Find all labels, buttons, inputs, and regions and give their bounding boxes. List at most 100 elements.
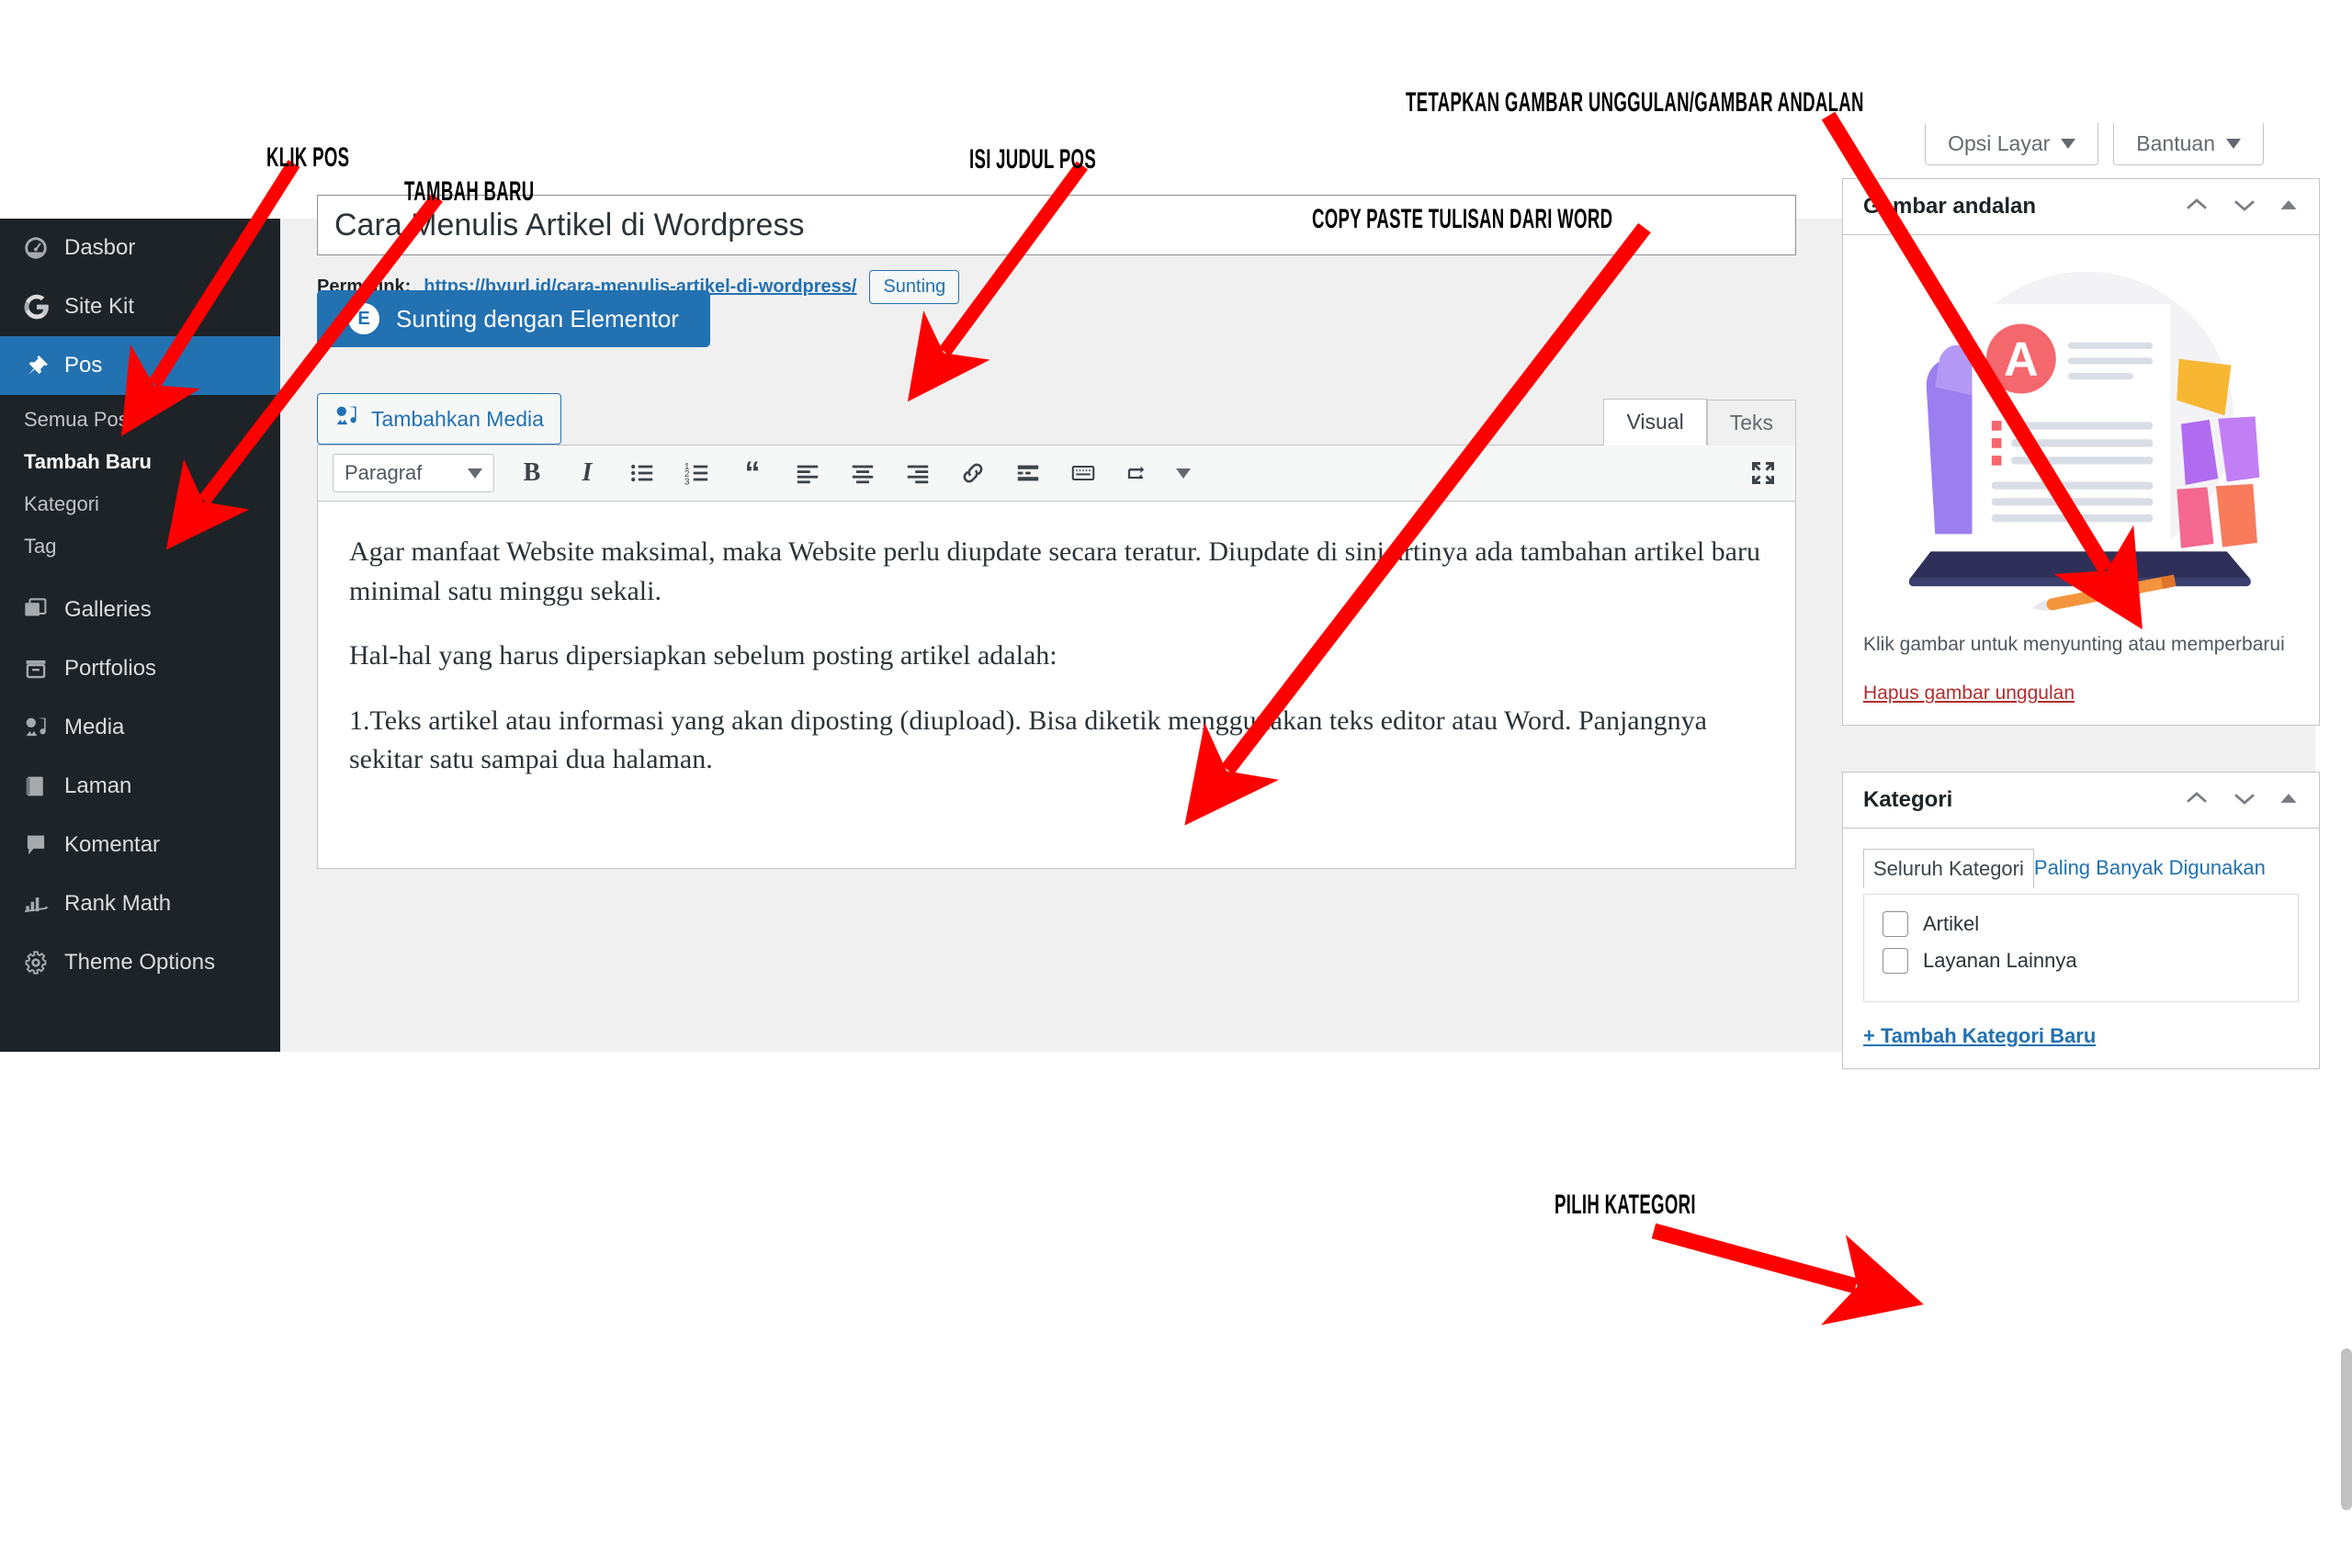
featured-image-header: Gambar andalan (1843, 179, 2319, 235)
annotation-label-pilih-kategori: PILIH KATEGORI (1555, 1190, 1696, 1220)
numbered-list-icon[interactable]: 123 (680, 456, 715, 491)
italic-icon[interactable]: I (570, 456, 605, 491)
featured-image-thumbnail[interactable]: A (1863, 255, 2299, 615)
move-up-icon[interactable] (2183, 196, 2211, 219)
images-icon (24, 598, 64, 622)
align-left-icon[interactable] (790, 456, 825, 491)
permalink-edit-button[interactable]: Sunting (869, 270, 960, 304)
opsi-layar-button[interactable]: Opsi Layar (1925, 123, 2099, 165)
tab-visual[interactable]: Visual (1603, 399, 1707, 446)
gear-icon (24, 951, 64, 975)
category-checklist: Artikel Layanan Lainnya (1863, 894, 2299, 1003)
sidebar-item-laman[interactable]: Laman (0, 757, 280, 816)
sidebar-item-komentar[interactable]: Komentar (0, 816, 280, 874)
sidebar-item-label: Pos (64, 353, 103, 378)
sidebar-item-label: Portfolios (64, 656, 157, 681)
pos-submenu: Semua Pos Tambah Baru Kategori Tag (0, 395, 280, 581)
google-g-icon (24, 294, 64, 320)
sidebar-item-label: Komentar (64, 832, 161, 857)
paragraph-format-select[interactable]: Paragraf (333, 454, 494, 492)
remove-featured-image-link[interactable]: Hapus gambar unggulan (1863, 682, 2075, 705)
bulleted-list-icon[interactable] (625, 456, 660, 491)
content-paragraph: 1.Teks artikel atau informasi yang akan … (349, 705, 1707, 775)
sidebar-item-rank-math[interactable]: Rank Math (0, 874, 280, 933)
postbox-header-actions (2183, 789, 2299, 812)
submenu-item-kategori[interactable]: Kategori (0, 483, 280, 525)
category-tabs: Seluruh Kategori Paling Banyak Digunakan (1863, 849, 2299, 889)
sidebar-item-galleries[interactable]: Galleries (0, 581, 280, 639)
move-up-icon[interactable] (2183, 789, 2211, 812)
sidebar-item-dasbor[interactable]: Dasbor (0, 219, 280, 277)
sidebar-item-label: Media (64, 715, 125, 739)
checkbox-artikel[interactable] (1883, 911, 1908, 938)
move-down-icon[interactable] (2231, 789, 2258, 812)
editor-top-row: Tambahkan Media Visual Teks (317, 393, 1796, 446)
page-icon (24, 774, 64, 798)
opsi-layar-label: Opsi Layar (1948, 131, 2051, 155)
list-item[interactable]: Layanan Lainnya (1883, 948, 2279, 975)
distraction-free-icon[interactable] (1746, 456, 1781, 491)
bold-icon[interactable]: B (514, 456, 549, 491)
media-icon (24, 716, 64, 739)
toggle-panel-icon[interactable] (2278, 791, 2299, 810)
bantuan-label: Bantuan (2136, 131, 2215, 155)
chevron-down-icon (2061, 139, 2076, 149)
page-scrollbar[interactable] (2341, 1348, 2352, 1510)
toolbar-more-chevron-icon[interactable] (1176, 468, 1191, 479)
sidebar-item-label: Theme Options (64, 950, 216, 975)
pin-icon (24, 354, 64, 378)
postbox-header-actions (2183, 196, 2299, 219)
submenu-item-tag[interactable]: Tag (0, 525, 280, 568)
read-more-icon[interactable] (1011, 456, 1046, 491)
sidebar-item-pos[interactable]: Pos (0, 336, 280, 395)
featured-image-title: Gambar andalan (1863, 194, 2037, 219)
toggle-panel-icon[interactable] (2278, 197, 2299, 217)
checkbox-layanan-lainnya[interactable] (1883, 948, 1908, 975)
category-postbox: Kategori Seluruh Kategori Paling Banyak … (1842, 772, 2320, 1070)
content-paragraph: Agar manfaat Website maksimal, maka Webs… (349, 536, 1760, 606)
move-down-icon[interactable] (2231, 196, 2258, 219)
annotation-label-tetapkan-gambar: TETAPKAN GAMBAR UNGGULAN/GAMBAR ANDALAN (1406, 87, 1864, 118)
sidebar-item-media[interactable]: Media (0, 698, 280, 757)
sidebar-item-label: Galleries (64, 597, 152, 622)
blockquote-icon[interactable]: “ (735, 456, 770, 491)
annotation-label-isi-judul-pos: ISI JUDUL POS (969, 144, 1097, 175)
toolbar-toggle-icon[interactable] (1121, 456, 1156, 491)
wp-content-region: Opsi Layar Bantuan Tambahkan Pos Baru Pe… (280, 123, 2320, 1070)
editor-toolbar: Paragraf B I 123 “ (317, 445, 1796, 502)
edit-with-elementor-button[interactable]: E Sunting dengan Elementor (317, 290, 710, 347)
postbox-column: Gambar andalan A Klik gambar untuk menyu… (1842, 178, 2320, 1115)
submenu-item-semua-pos[interactable]: Semua Pos (0, 399, 280, 441)
category-title: Kategori (1863, 787, 1953, 813)
category-label: Layanan Lainnya (1923, 949, 2077, 973)
add-new-category-link[interactable]: + Tambah Kategori Baru (1863, 1024, 2096, 1048)
annotation-label-klik-pos: KLIK POS (266, 142, 350, 173)
svg-text:3: 3 (684, 478, 690, 486)
sidebar-item-label: Rank Math (64, 891, 172, 916)
media-icon (334, 404, 358, 434)
link-icon[interactable] (956, 456, 990, 491)
align-right-icon[interactable] (900, 456, 935, 491)
arrow-pilih-kategori (1651, 1223, 1924, 1325)
tab-teks[interactable]: Teks (1706, 400, 1796, 446)
admin-sidebar: Dasbor Site Kit Pos Semua Pos Tambah Bar… (0, 219, 280, 1052)
keyboard-shortcuts-icon[interactable] (1066, 456, 1101, 491)
editor-content-area[interactable]: Agar manfaat Website maksimal, maka Webs… (317, 502, 1796, 869)
rank-math-icon (24, 892, 64, 916)
sidebar-item-theme-options[interactable]: Theme Options (0, 933, 280, 992)
sidebar-item-site-kit[interactable]: Site Kit (0, 277, 280, 336)
archive-box-icon (24, 657, 64, 681)
sidebar-item-portfolios[interactable]: Portfolios (0, 639, 280, 698)
editor-mode-tabs: Visual Teks (1603, 399, 1796, 446)
add-media-button[interactable]: Tambahkan Media (317, 393, 561, 445)
bantuan-button[interactable]: Bantuan (2113, 123, 2264, 165)
post-editor: Tambahkan Media Visual Teks Paragraf B I… (317, 393, 1796, 869)
featured-image-postbox: Gambar andalan A Klik gambar untuk menyu… (1842, 178, 2320, 727)
submenu-item-tambah-baru[interactable]: Tambah Baru (0, 441, 280, 483)
tab-seluruh-kategori[interactable]: Seluruh Kategori (1863, 849, 2034, 889)
align-center-icon[interactable] (845, 456, 880, 491)
tab-paling-banyak-digunakan[interactable]: Paling Banyak Digunakan (2034, 849, 2275, 887)
paragraph-format-label: Paragraf (345, 461, 423, 484)
list-item[interactable]: Artikel (1883, 911, 2279, 938)
chevron-down-icon (2226, 139, 2241, 149)
